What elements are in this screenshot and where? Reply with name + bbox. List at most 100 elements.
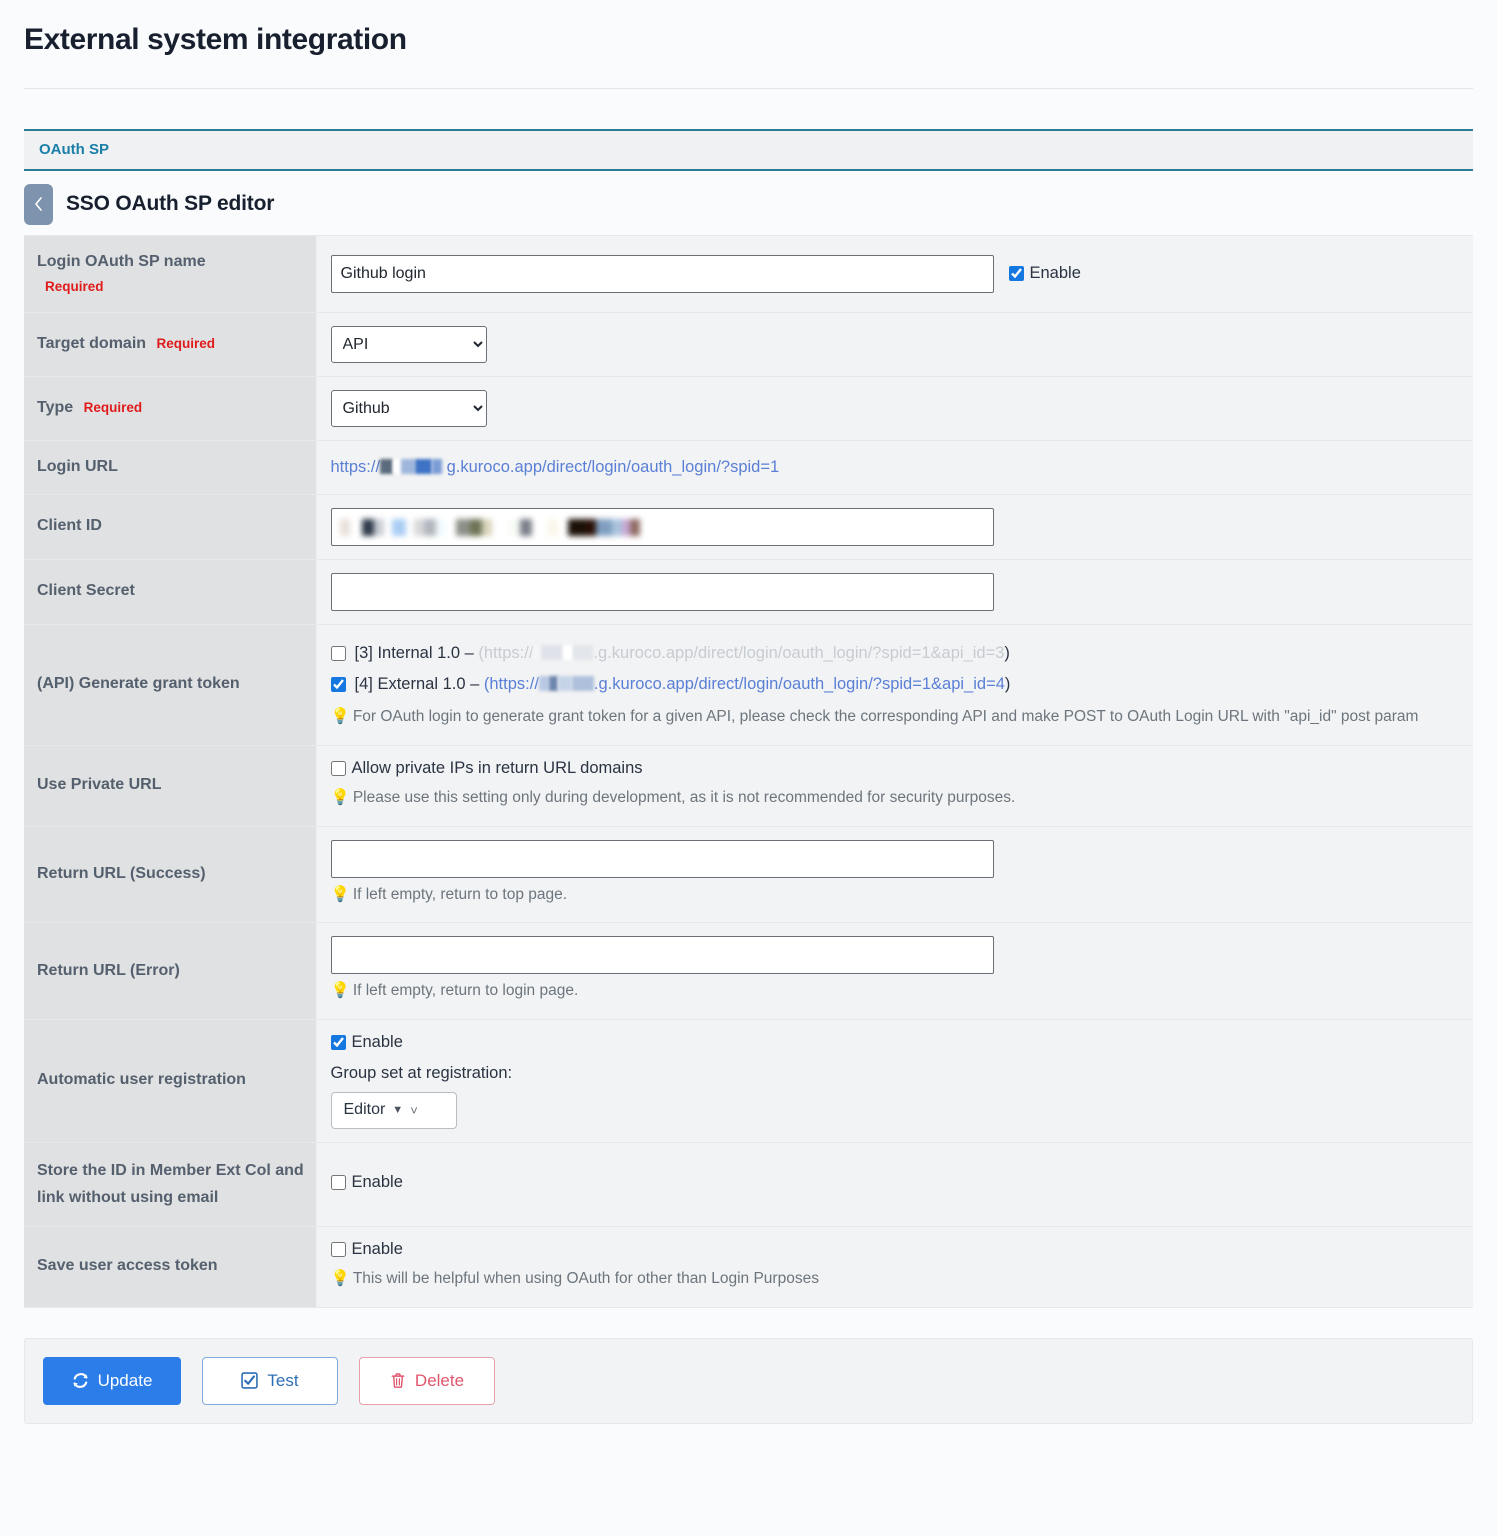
label-client-id: Client ID — [24, 494, 317, 560]
save-token-checkbox[interactable] — [330, 1241, 346, 1257]
grant-token-url-prefix-3: (https:// — [478, 643, 534, 662]
lightbulb-icon: 💡 — [330, 885, 350, 903]
label-return-success: Return URL (Success) — [24, 826, 317, 923]
label-text: Store the ID in Member Ext Col and link … — [37, 1161, 304, 1207]
sp-name-enable-checkbox[interactable] — [1008, 266, 1024, 282]
client-id-input[interactable] — [330, 507, 994, 546]
cell-store-id: Enable — [316, 1142, 1473, 1227]
cell-sp-name: Enable — [316, 235, 1473, 313]
sp-name-input[interactable] — [330, 254, 994, 293]
caret-down-icon: ▼ — [392, 1104, 404, 1117]
trash-icon — [390, 1372, 406, 1389]
type-select[interactable]: Github — [330, 389, 487, 427]
auto-registration-enable-label: Enable — [351, 1032, 403, 1051]
grant-token-name-3: Internal 1.0 — [377, 643, 461, 662]
auto-registration-toggle[interactable]: Enable — [330, 1032, 403, 1052]
table-row-sp-name: Login OAuth SP name Required Enable — [24, 235, 1473, 313]
label-text: Type — [37, 398, 74, 416]
private-url-toggle[interactable]: Allow private IPs in return URL domains — [330, 759, 643, 778]
delete-button[interactable]: Delete — [359, 1356, 495, 1405]
label-text: Return URL (Error) — [37, 961, 180, 979]
return-success-hint: 💡 If left empty, return to top page. — [331, 881, 1460, 910]
cell-target-domain: API — [316, 312, 1473, 377]
required-badge: Required — [83, 399, 143, 415]
sp-name-enable-toggle[interactable]: Enable — [1008, 264, 1081, 283]
table-row-login-url: Login URL https:// g.kuroco.app/direct/l… — [24, 440, 1473, 495]
store-id-checkbox[interactable] — [330, 1175, 346, 1191]
label-auto-registration: Automatic user registration — [24, 1019, 317, 1143]
grant-token-dash-3: – — [464, 643, 474, 662]
action-bar: Update Test Delete — [24, 1337, 1473, 1424]
test-button[interactable]: Test — [202, 1356, 338, 1405]
page-root: External system integration OAuth SP SSO… — [0, 0, 1497, 1536]
chevron-down-icon: ˅ — [410, 1102, 418, 1118]
label-text: (API) Generate grant token — [37, 675, 240, 693]
table-row-type: Type Required Github — [24, 376, 1473, 441]
table-row-return-error: Return URL (Error) 💡 If left empty, retur… — [24, 922, 1473, 1020]
label-private-url: Use Private URL — [24, 745, 317, 827]
page-title: External system integration — [24, 23, 407, 56]
grant-token-url-close-3: ) — [1004, 643, 1010, 662]
grant-token-id-4: [4] — [354, 674, 373, 693]
registration-group-select[interactable]: Editor ▼ ˅ — [330, 1091, 457, 1129]
tab-bar: OAuth SP — [24, 129, 1473, 171]
back-button[interactable] — [24, 183, 53, 225]
private-url-checkbox[interactable] — [330, 760, 346, 776]
store-id-enable-label: Enable — [351, 1173, 403, 1192]
label-text: Return URL (Success) — [37, 864, 206, 882]
update-button[interactable]: Update — [43, 1356, 181, 1405]
login-url-prefix: https:// — [330, 457, 381, 476]
label-text: Automatic user registration — [37, 1071, 246, 1089]
grant-token-checkbox-3[interactable] — [330, 645, 346, 661]
label-type: Type Required — [24, 376, 317, 441]
cell-client-secret — [316, 559, 1473, 625]
table-row-client-secret: Client Secret — [24, 559, 1473, 625]
sp-name-enable-label: Enable — [1029, 264, 1081, 283]
label-text: Target domain — [37, 334, 147, 352]
save-token-enable-label: Enable — [351, 1239, 403, 1258]
grant-token-url-prefix-4: (https:// — [483, 674, 539, 693]
cell-auto-registration: Enable Group set at registration: Editor… — [316, 1019, 1473, 1143]
target-domain-select[interactable]: API — [330, 325, 487, 363]
cell-return-success: 💡 If left empty, return to top page. — [316, 826, 1473, 923]
grant-token-item-3: [3] Internal 1.0 – (https:// .g.kuroco.ap… — [330, 638, 1460, 669]
cell-return-error: 💡 If left empty, return to login page. — [316, 922, 1473, 1020]
cell-private-url: Allow private IPs in return URL domains … — [316, 745, 1473, 827]
required-badge: Required — [45, 278, 104, 294]
table-row-return-success: Return URL (Success) 💡 If left empty, ret… — [24, 826, 1473, 923]
label-save-token: Save user access token — [24, 1226, 317, 1308]
label-grant-token: (API) Generate grant token — [24, 624, 317, 746]
tab-oauth-sp[interactable]: OAuth SP — [24, 129, 124, 171]
settings-form-table: Login OAuth SP name Required Enable — [24, 235, 1473, 1308]
update-button-label: Update — [97, 1370, 153, 1390]
grant-token-text-3: [3] Internal 1.0 – (https:// .g.kuroco.ap… — [355, 638, 1010, 669]
cell-save-token: Enable 💡 This will be helpful when using … — [316, 1226, 1473, 1308]
return-url-error-input[interactable] — [330, 936, 994, 975]
test-button-label: Test — [267, 1370, 299, 1390]
header-divider — [24, 88, 1473, 89]
label-sp-name: Login OAuth SP name Required — [24, 235, 317, 313]
auto-registration-checkbox[interactable] — [330, 1034, 346, 1050]
grant-token-url-redacted-3 — [533, 638, 594, 669]
save-token-toggle[interactable]: Enable — [330, 1239, 403, 1259]
grant-token-text-4: [4] External 1.0 – (https:// .g.kuroco.ap… — [355, 669, 1011, 700]
save-token-hint-text: This will be helpful when using OAuth fo… — [352, 1269, 819, 1287]
store-id-toggle[interactable]: Enable — [330, 1173, 403, 1192]
grant-token-hint-text: For OAuth login to generate grant token … — [352, 708, 1419, 726]
client-secret-input[interactable] — [330, 572, 994, 611]
table-row-save-token: Save user access token Enable 💡 This will… — [24, 1226, 1473, 1308]
grant-token-checkbox-4[interactable] — [330, 677, 346, 693]
table-row-private-url: Use Private URL Allow private IPs in ret… — [24, 745, 1473, 827]
label-text: Client Secret — [37, 582, 135, 600]
required-badge: Required — [156, 335, 216, 351]
chevron-left-icon — [33, 196, 44, 212]
grant-token-url-close-4: ) — [1004, 674, 1011, 693]
grant-token-url-suffix-3: .g.kuroco.app/direct/login/oauth_login/?… — [593, 643, 1005, 662]
save-token-hint: 💡 This will be helpful when using OAuth f… — [331, 1265, 1460, 1294]
login-url-link[interactable]: https:// g.kuroco.app/direct/login/oauth… — [331, 458, 780, 476]
grant-token-id-3: [3] — [354, 643, 373, 662]
return-url-success-input[interactable] — [330, 839, 994, 878]
section-title: SSO OAuth SP editor — [66, 192, 275, 215]
label-store-id: Store the ID in Member Ext Col and link … — [24, 1142, 317, 1227]
label-text: Use Private URL — [37, 776, 162, 794]
